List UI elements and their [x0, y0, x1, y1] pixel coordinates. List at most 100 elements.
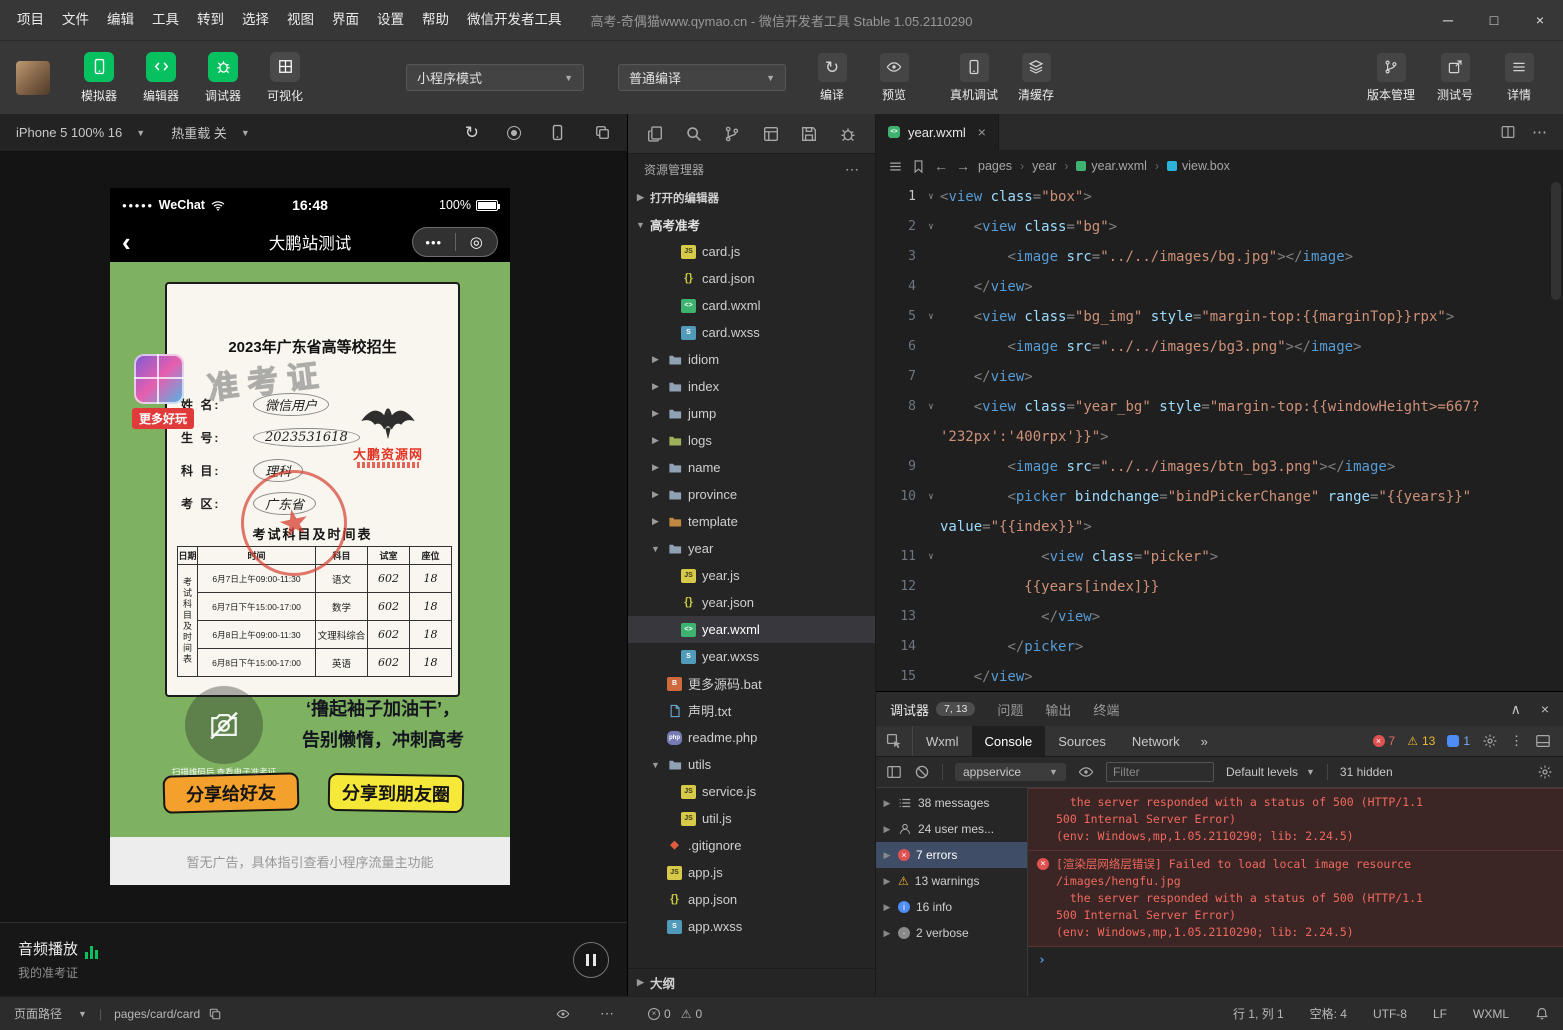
toolbar-toggle-grid[interactable]: 可视化 [256, 52, 314, 104]
log-levels-select[interactable]: Default levels ▼ [1226, 765, 1315, 779]
source-control-icon[interactable] [723, 125, 741, 143]
file-item[interactable]: <>year.wxml [628, 616, 875, 643]
forward-arrow-icon[interactable]: → [956, 158, 970, 174]
menu-icon[interactable] [888, 159, 903, 174]
context-select[interactable]: appservice ▼ [955, 763, 1066, 781]
device-frame-icon[interactable] [549, 124, 566, 141]
page-path-value[interactable]: pages/card/card [114, 1007, 200, 1021]
breadcrumb-item[interactable]: year [1032, 159, 1056, 173]
fold-icon[interactable]: ∨ [922, 542, 940, 572]
debugger-tab-输出[interactable]: 输出 [1045, 700, 1071, 719]
exit-icon[interactable]: ◎ [456, 233, 498, 251]
file-item[interactable]: JSutil.js [628, 805, 875, 832]
bookmark-icon[interactable] [911, 159, 926, 174]
compile-mode-select[interactable]: 普通编译 ▼ [618, 64, 786, 91]
eye-icon[interactable] [556, 1007, 570, 1021]
console-sidebar-toggle-icon[interactable] [886, 764, 902, 780]
file-item[interactable]: JSapp.js [628, 859, 875, 886]
devtools-tab-wxml[interactable]: Wxml [913, 726, 972, 756]
file-item[interactable]: 声明.txt [628, 697, 875, 724]
package-icon[interactable] [800, 125, 818, 143]
split-editor-icon[interactable] [1500, 124, 1516, 140]
console-filter-warning[interactable]: ▶⚠13 warnings [876, 868, 1027, 894]
device-selector[interactable]: iPhone 5 100% 16 ▼ [16, 125, 145, 140]
status-encoding[interactable]: UTF-8 [1373, 1007, 1407, 1021]
kebab-menu-icon[interactable]: ⋮ [1510, 733, 1523, 749]
console-filter-user[interactable]: ▶24 user mes... [876, 816, 1027, 842]
open-editors-section[interactable]: ▶ 打开的编辑器 [628, 184, 875, 211]
copy-icon[interactable] [208, 1007, 222, 1021]
menu-item[interactable]: 选择 [233, 0, 278, 40]
menu-item[interactable]: 帮助 [413, 0, 458, 40]
file-item[interactable]: ▼utils [628, 751, 875, 778]
action-layers[interactable]: 清缓存 [1008, 53, 1064, 103]
action-share[interactable]: 测试号 [1427, 53, 1483, 103]
devtools-tab-sources[interactable]: Sources [1045, 726, 1119, 756]
code-content[interactable]: 1∨<view class="box">2∨ <view class="bg">… [876, 182, 1563, 691]
menu-item[interactable]: 工具 [143, 0, 188, 40]
layout-icon[interactable] [762, 125, 780, 143]
search-icon[interactable] [685, 125, 703, 143]
hot-reload-toggle[interactable]: 热重载 关 ▼ [171, 123, 250, 142]
file-item[interactable]: Sapp.wxss [628, 913, 875, 940]
devtools-tab-console[interactable]: Console [972, 726, 1046, 756]
pause-button[interactable] [573, 942, 609, 978]
file-item[interactable]: ▶logs [628, 427, 875, 454]
dock-panel-icon[interactable] [1535, 733, 1551, 749]
action-branch[interactable]: 版本管理 [1363, 53, 1419, 103]
file-item[interactable]: Syear.wxss [628, 643, 875, 670]
console-filter-verbose[interactable]: ▶·2 verbose [876, 920, 1027, 946]
file-item[interactable]: ▶jump [628, 400, 875, 427]
file-item[interactable]: ◆.gitignore [628, 832, 875, 859]
record-icon[interactable] [507, 126, 521, 140]
file-item[interactable]: B更多源码.bat [628, 670, 875, 697]
menu-item[interactable]: 编辑 [98, 0, 143, 40]
fold-icon[interactable]: ∨ [922, 392, 940, 422]
file-item[interactable]: {}year.json [628, 589, 875, 616]
action-eye[interactable]: 预览 [866, 53, 922, 103]
inspect-element-icon[interactable] [876, 726, 913, 756]
console-filter-list[interactable]: ▶38 messages [876, 790, 1027, 816]
status-indent-setting[interactable]: 空格: 4 [1310, 1005, 1347, 1022]
console-prompt[interactable]: › [1028, 947, 1563, 974]
status-cursor-position[interactable]: 行 1, 列 1 [1233, 1005, 1284, 1022]
share-moments-button[interactable]: 分享到朋友圈 [328, 773, 465, 813]
outline-section[interactable]: ▶ 大纲 [628, 968, 875, 996]
page-path-label[interactable]: 页面路径 [14, 1005, 62, 1022]
console-settings-icon[interactable] [1537, 764, 1553, 780]
file-item[interactable]: ▶template [628, 508, 875, 535]
file-item[interactable]: JSyear.js [628, 562, 875, 589]
multi-window-icon[interactable] [594, 124, 611, 141]
fold-icon[interactable]: ∨ [922, 302, 940, 332]
file-item[interactable]: ▼year [628, 535, 875, 562]
tab-year-wxml[interactable]: <> year.wxml × [876, 114, 999, 150]
more-actions-icon[interactable]: ⋯ [1532, 123, 1547, 141]
console-filter-error[interactable]: ▶×7 errors [876, 842, 1027, 868]
status-language-mode[interactable]: WXML [1473, 1007, 1509, 1021]
tab-overflow-icon[interactable]: » [1193, 726, 1216, 756]
debugger-tab-调试器[interactable]: 调试器7, 13 [890, 700, 975, 719]
fold-icon[interactable]: ∨ [922, 212, 940, 242]
file-item[interactable]: JScard.js [628, 238, 875, 265]
file-item[interactable]: ▶index [628, 373, 875, 400]
menu-item[interactable]: 文件 [53, 0, 98, 40]
user-avatar[interactable] [16, 61, 50, 95]
action-menu[interactable]: 详情 [1491, 53, 1547, 103]
action-refresh[interactable]: ↻编译 [804, 53, 860, 103]
breadcrumb-item[interactable]: year.wxml [1076, 159, 1147, 173]
close-tab-icon[interactable]: × [978, 124, 986, 140]
eye-icon[interactable] [1078, 764, 1094, 780]
more-games-icon[interactable] [134, 354, 184, 404]
toolbar-toggle-bug[interactable]: 调试器 [194, 52, 252, 104]
menu-item[interactable]: 设置 [368, 0, 413, 40]
problems-summary[interactable]: ×0 ⚠0 [648, 997, 702, 1030]
project-root-section[interactable]: ▼ 高考准考 [628, 211, 875, 238]
more-icon[interactable]: ••• [413, 235, 455, 250]
share-friend-button[interactable]: 分享给好友 [163, 772, 300, 814]
breadcrumb-item[interactable]: view.box [1167, 159, 1230, 173]
filter-input[interactable] [1106, 762, 1214, 782]
file-item[interactable]: <>card.wxml [628, 292, 875, 319]
debugger-tab-终端[interactable]: 终端 [1093, 700, 1119, 719]
console-filter-info[interactable]: ▶i16 info [876, 894, 1027, 920]
collapse-panel-icon[interactable]: ∧ [1511, 701, 1521, 718]
